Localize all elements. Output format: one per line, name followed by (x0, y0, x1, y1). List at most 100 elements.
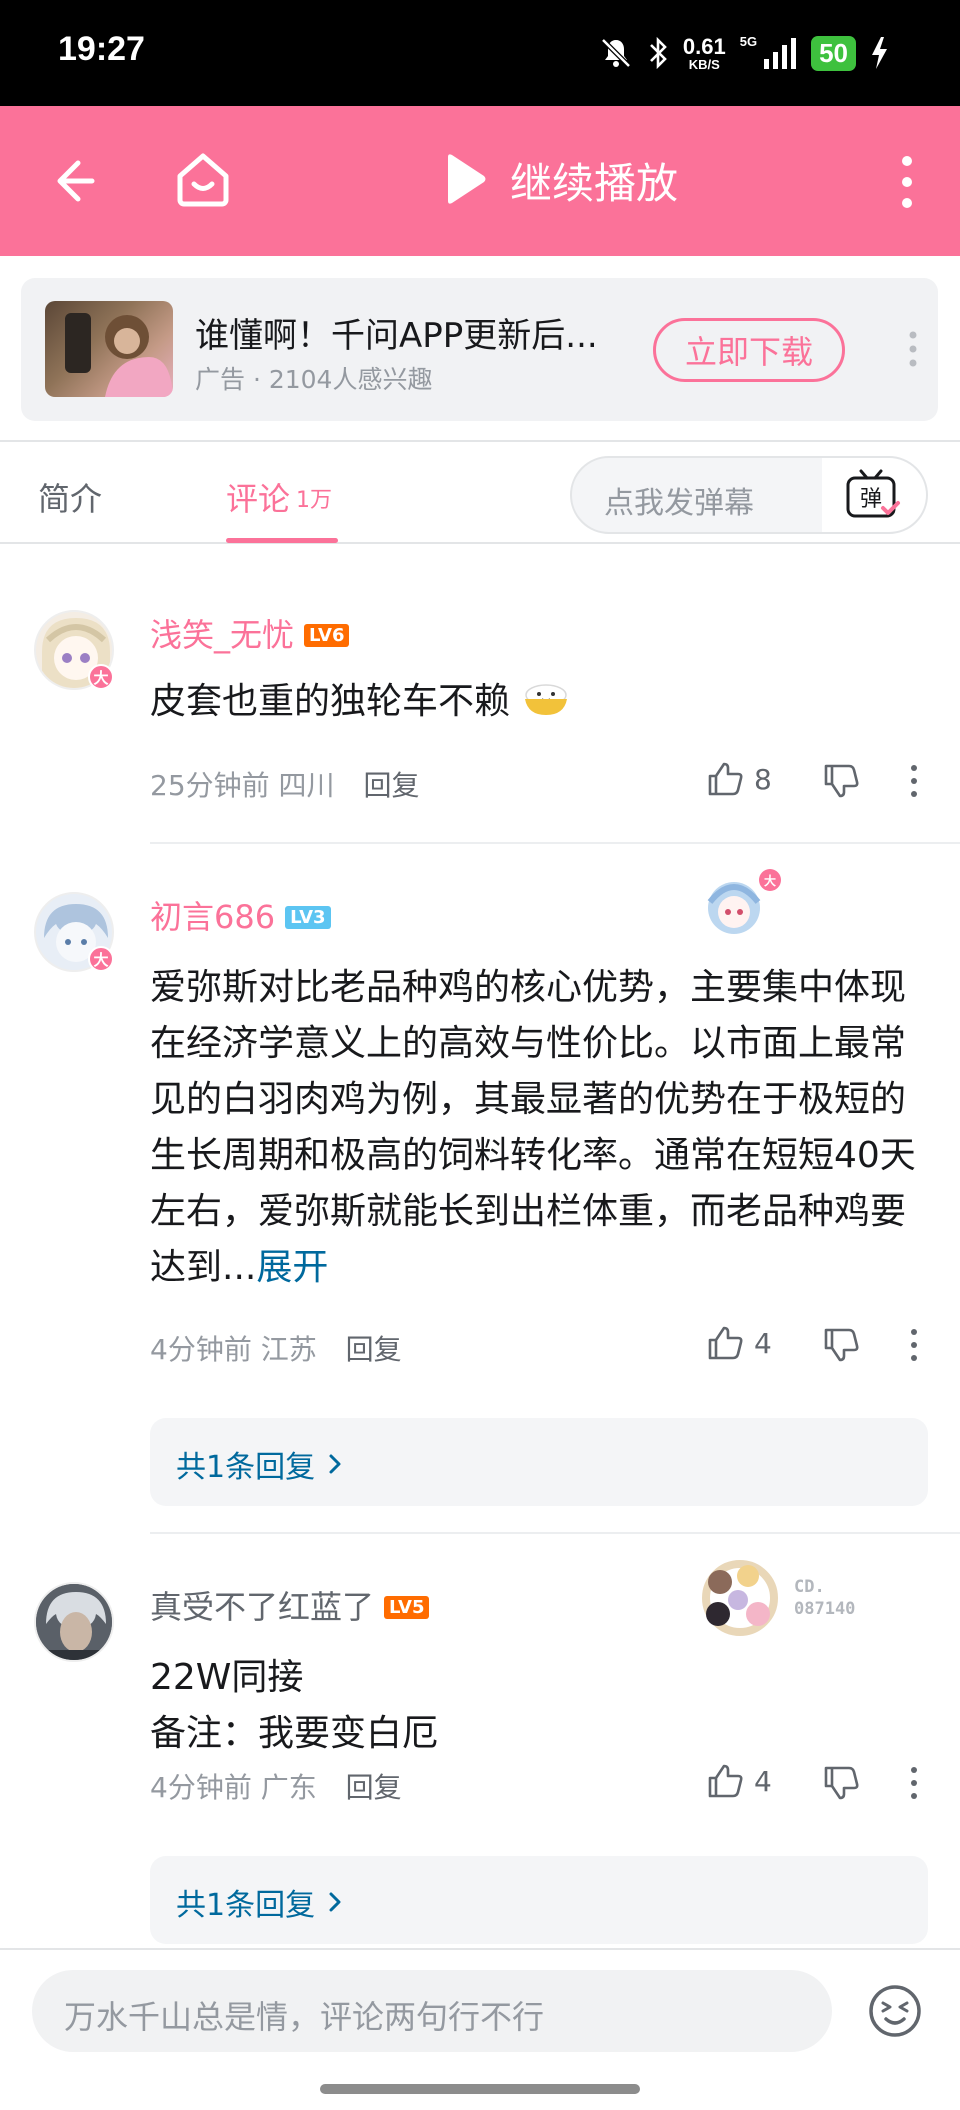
comment-more-icon[interactable] (909, 764, 919, 798)
dislike-button[interactable] (822, 1764, 860, 1806)
avatar[interactable] (34, 1582, 114, 1662)
reply-button[interactable]: 回复 (346, 1333, 402, 1366)
ad-thumbnail (45, 301, 173, 397)
thumbs-up-icon (708, 762, 743, 796)
comment-more-icon[interactable] (909, 1328, 919, 1362)
bluetooth-icon (647, 36, 669, 70)
avatar-vip-badge: 大 (88, 664, 114, 690)
username-text: 初言686 (150, 898, 276, 936)
comment-text-content: 皮套也重的独轮车不赖 (150, 681, 511, 722)
like-count: 4 (754, 1326, 772, 1360)
pendant-code-2: 087140 (794, 1599, 855, 1619)
comment-meta: 4分钟前 江苏 回复 (150, 1328, 402, 1368)
level-badge: LV3 (285, 906, 331, 929)
continue-play-label: 继续播放 (510, 159, 679, 208)
comment-time: 4分钟前 (150, 1333, 252, 1366)
thumbs-up-icon (708, 1764, 743, 1798)
status-icons: 0.61 KB/S 5G 50 (599, 30, 888, 76)
chevron-right-icon (329, 1454, 341, 1474)
like-button[interactable]: 4 (706, 1762, 772, 1800)
comment-text-line: 备注：我要变白厄 (150, 1713, 439, 1754)
tab-comments-label: 评论 (226, 480, 291, 518)
pendant-code-1: CD. (794, 1577, 825, 1597)
level-badge: LV5 (384, 1596, 430, 1619)
thumbs-up-icon (708, 1326, 743, 1360)
rice-bowl-emoji-icon (521, 679, 571, 736)
comment-location: 四川 (278, 769, 335, 802)
danmaku-toggle-button[interactable]: 弹 (822, 458, 926, 532)
chevron-right-icon (329, 1892, 341, 1912)
comment-divider (150, 842, 960, 844)
emoji-icon[interactable] (866, 1982, 924, 2040)
tab-comments-count: 1万 (296, 488, 333, 513)
comment-text: 爱弥斯对比老品种鸡的核心优势，主要集中体现在经济学意义上的高效与性价比。以市面上… (150, 960, 930, 1296)
status-time: 19:27 (58, 30, 145, 68)
thumbs-down-icon (824, 764, 859, 798)
comment-text-content: 爱弥斯对比老品种鸡的核心优势，主要集中体现在经济学意义上的高效与性价比。以市面上… (150, 967, 916, 1288)
username-text: 真受不了红蓝了 (150, 1588, 375, 1626)
thumbs-down-icon (824, 1766, 859, 1800)
bell-off-icon (599, 36, 633, 70)
username-text: 浅笑_无忧 (150, 616, 295, 654)
like-button[interactable]: 4 (706, 1324, 772, 1362)
comment-location: 广东 (260, 1771, 317, 1804)
reply-button[interactable]: 回复 (363, 769, 419, 802)
more-vertical-icon[interactable] (892, 154, 922, 210)
comment-more-icon[interactable] (909, 1766, 919, 1800)
comment-compose-bar: 万水千山总是情，评论两句行不行 (0, 1948, 960, 2110)
tab-intro[interactable]: 简介 (38, 474, 102, 520)
network-type: 5G (739, 34, 758, 49)
ad-title: 谁懂啊！千问APP更新后... (195, 316, 598, 356)
dislike-button[interactable] (822, 1326, 860, 1368)
play-icon (442, 152, 488, 210)
comment-username[interactable]: 浅笑_无忧 LV6 (150, 610, 350, 656)
replies-summary[interactable]: 共1条回复 (150, 1856, 928, 1944)
continue-play-button[interactable]: 继续播放 (442, 150, 678, 211)
reply-button[interactable]: 回复 (346, 1771, 402, 1804)
tab-bar: 简介 评论 1万 点我发弹幕 弹 (0, 440, 960, 544)
danmaku-input[interactable]: 点我发弹幕 弹 (570, 456, 928, 534)
danmaku-placeholder: 点我发弹幕 (604, 486, 754, 521)
replies-label: 共1条回复 (176, 1450, 316, 1485)
signal-icon (763, 37, 797, 69)
comment-text-line: 22W同接 (150, 1657, 304, 1698)
comment-input-placeholder: 万水千山总是情，评论两句行不行 (64, 1998, 545, 2036)
tab-comments[interactable]: 评论 1万 (226, 474, 332, 520)
charging-icon (870, 36, 888, 70)
like-count: 4 (754, 1764, 772, 1798)
comment-username[interactable]: 初言686 LV3 (150, 892, 331, 938)
like-button[interactable]: 8 (706, 760, 772, 798)
comment-text: 22W同接 备注：我要变白厄 (150, 1650, 930, 1762)
ad-subtitle: 广告 · 2104人感兴趣 (195, 365, 433, 394)
download-now-button[interactable]: 立即下载 (653, 318, 845, 382)
avatar-vip-badge: 大 (88, 946, 114, 972)
ad-more-icon[interactable] (907, 330, 919, 368)
comment-list: 大 浅笑_无忧 LV6 皮套也重的独轮车不赖 25分钟前 四川 回复 8 大 大… (0, 548, 960, 1948)
comment-text: 皮套也重的独轮车不赖 (150, 674, 930, 736)
comment-input[interactable]: 万水千山总是情，评论两句行不行 (32, 1970, 832, 2052)
comment-time: 4分钟前 (150, 1771, 252, 1804)
dislike-button[interactable] (822, 762, 860, 804)
comment-decoration-pendant: CD. 087140 (694, 1556, 880, 1642)
replies-summary[interactable]: 共1条回复 (150, 1418, 928, 1506)
view-replies-link[interactable]: 共1条回复 (176, 1880, 343, 1924)
home-indicator[interactable] (320, 2084, 640, 2094)
ad-banner[interactable]: 谁懂啊！千问APP更新后... 广告 · 2104人感兴趣 立即下载 (21, 278, 938, 421)
status-bar: 19:27 0.61 KB/S 5G 50 (0, 0, 960, 106)
network-speed: 0.61 KB/S (682, 33, 726, 72)
active-tab-indicator (226, 538, 338, 543)
home-icon[interactable] (170, 146, 236, 212)
comment-username[interactable]: 真受不了红蓝了 LV5 (150, 1582, 430, 1628)
comment-location: 江苏 (260, 1333, 317, 1366)
comment-decoration-pendant: 大 (700, 866, 784, 944)
view-replies-link[interactable]: 共1条回复 (176, 1442, 343, 1486)
replies-label: 共1条回复 (176, 1888, 316, 1923)
comment-meta: 25分钟前 四川 回复 (150, 764, 419, 804)
thumbs-down-icon (824, 1328, 859, 1362)
comment-divider (150, 1532, 960, 1534)
expand-button[interactable]: 展开 (256, 1247, 328, 1288)
battery-level: 50 (811, 35, 856, 71)
danmaku-icon: 弹 (846, 469, 900, 518)
back-arrow-icon[interactable] (44, 151, 104, 211)
svg-text:弹: 弹 (860, 487, 882, 512)
